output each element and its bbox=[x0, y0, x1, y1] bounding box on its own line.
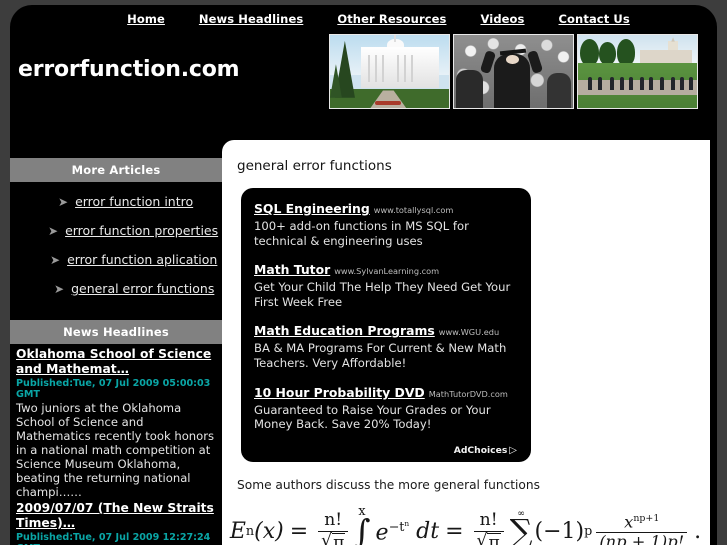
formula-sum-glyph: ∑ bbox=[509, 512, 533, 545]
ad-url: www.totallysql.com bbox=[373, 205, 454, 215]
sidebar-link-error-function-properties[interactable]: error function properties bbox=[65, 223, 218, 238]
advertisement-block: SQL Engineering www.totallysql.com 100+ a… bbox=[241, 188, 531, 462]
ad-url: MathTutorDVD.com bbox=[428, 388, 508, 399]
math-formula: En(x) = n! √π x ∫ 0 bbox=[230, 504, 701, 545]
ad-unit[interactable]: SQL Engineering www.totallysql.com 100+ a… bbox=[254, 198, 518, 248]
banner-image-campus bbox=[577, 34, 698, 109]
more-articles-heading: More Articles bbox=[10, 158, 222, 182]
list-item[interactable]: ➤ general error functions bbox=[10, 281, 222, 296]
more-articles-list: ➤ error function intro ➤ error function … bbox=[10, 188, 222, 312]
nav-item-home[interactable]: Home bbox=[127, 12, 165, 26]
formula-frac-num: xnp+1 bbox=[624, 512, 660, 532]
body-paragraph: Some authors discuss the more general fu… bbox=[237, 477, 540, 492]
nav-item-other-resources[interactable]: Other Resources bbox=[337, 12, 446, 26]
formula-dt: dt bbox=[416, 519, 440, 545]
formula-summation: ∞ ∑ p=0 bbox=[510, 509, 533, 545]
content-columns: More Articles ➤ error function intro ➤ e… bbox=[10, 125, 717, 545]
arrow-bullet-icon: ➤ bbox=[48, 223, 59, 238]
sidebar-link-error-function-intro[interactable]: error function intro bbox=[75, 194, 193, 209]
formula-sign: (−1) bbox=[534, 519, 585, 545]
ad-url: www.WGU.edu bbox=[438, 327, 500, 338]
news-item: Oklahoma School of Science and Mathemat…… bbox=[16, 347, 216, 499]
formula-integral: x ∫ 0 bbox=[353, 504, 370, 545]
arrow-bullet-icon: ➤ bbox=[58, 194, 69, 209]
formula-den-2-pi: π bbox=[487, 532, 501, 545]
formula-fraction-3: xnp+1 (np + 1)p! bbox=[596, 512, 688, 545]
formula-integrand-exp: −t bbox=[388, 519, 405, 535]
formula-lhs-sub: n bbox=[245, 524, 255, 540]
formula-integrand-exp-sup: n bbox=[404, 518, 410, 528]
arrow-bullet-icon: ➤ bbox=[50, 252, 61, 267]
formula-container: En(x) = n! √π x ∫ 0 bbox=[230, 504, 701, 545]
formula-den-2: √ π bbox=[473, 530, 504, 545]
page-title: general error functions bbox=[237, 158, 392, 174]
ad-unit[interactable]: Math Education Programs www.WGU.edu BA & … bbox=[254, 320, 518, 370]
adchoices-label: AdChoices bbox=[453, 444, 508, 456]
formula-lhs-arg: (x) bbox=[254, 519, 284, 545]
news-summary: Two juniors at the Oklahoma School of Sc… bbox=[16, 401, 215, 500]
list-item[interactable]: ➤ error function aplication bbox=[10, 252, 222, 267]
page-root: Home News Headlines Other Resources Vide… bbox=[0, 0, 727, 545]
news-publish-date: Published:Tue, 07 Jul 2009 12:27:24 GMT bbox=[16, 532, 211, 545]
formula-period: . bbox=[694, 519, 702, 545]
formula-fraction-2: n! √ π bbox=[473, 510, 504, 545]
ad-title-link[interactable]: Math Education Programs bbox=[254, 323, 435, 338]
formula-den-1-pi: π bbox=[332, 532, 346, 545]
formula-frac-den: (np + 1)p! bbox=[596, 531, 688, 545]
adchoices-triangle-icon: ▷ bbox=[509, 444, 517, 456]
ad-description: BA & MA Programs For Current & New Math … bbox=[254, 341, 507, 370]
nav-item-videos[interactable]: Videos bbox=[480, 12, 524, 26]
news-item: 2009/07/07 (The New Straits Times)… Publ… bbox=[16, 501, 216, 545]
formula-equals-2: = bbox=[445, 519, 464, 545]
site-frame: Home News Headlines Other Resources Vide… bbox=[10, 5, 717, 545]
formula-num-1: n! bbox=[324, 510, 343, 531]
nav-item-news-headlines[interactable]: News Headlines bbox=[199, 12, 303, 26]
formula-lhs: E bbox=[229, 519, 246, 545]
list-item[interactable]: ➤ error function intro bbox=[10, 194, 222, 209]
formula-fraction-1: n! √ π bbox=[318, 510, 349, 545]
sidebar-link-error-function-aplication[interactable]: error function aplication bbox=[67, 252, 217, 267]
header-banner bbox=[329, 34, 701, 109]
ad-title-link[interactable]: SQL Engineering bbox=[254, 201, 370, 216]
banner-image-capitol bbox=[329, 34, 450, 109]
ad-description: Get Your Child The Help They Need Get Yo… bbox=[254, 280, 511, 309]
ad-unit[interactable]: Math Tutor www.SylvanLearning.com Get You… bbox=[254, 259, 518, 309]
ad-title-link[interactable]: Math Tutor bbox=[254, 262, 330, 277]
ad-description: 100+ add-on functions in MS SQL for tech… bbox=[254, 219, 469, 248]
list-item[interactable]: ➤ error function properties bbox=[10, 223, 222, 238]
ad-title-link[interactable]: 10 Hour Probability DVD bbox=[254, 385, 425, 400]
news-title-link[interactable]: Oklahoma School of Science and Mathemat… bbox=[16, 347, 216, 377]
news-headlines-panel: Oklahoma School of Science and Mathemat…… bbox=[10, 344, 222, 545]
formula-equals: = bbox=[289, 519, 309, 545]
sidebar: More Articles ➤ error function intro ➤ e… bbox=[10, 158, 222, 545]
news-headlines-heading: News Headlines bbox=[10, 320, 222, 344]
formula-num-2: n! bbox=[479, 510, 498, 531]
news-publish-date: Published:Tue, 07 Jul 2009 05:00:03 GMT bbox=[16, 378, 211, 400]
formula-integrand: e bbox=[375, 520, 389, 545]
main-content-panel: general error functions SQL Engineering w… bbox=[222, 140, 710, 545]
formula-sign-exp: p bbox=[584, 524, 593, 540]
adchoices-link[interactable]: AdChoices ▷ bbox=[254, 443, 518, 456]
news-title-link[interactable]: 2009/07/07 (The New Straits Times)… bbox=[16, 501, 216, 531]
ad-description: Guaranteed to Raise Your Grades or Your … bbox=[254, 402, 491, 432]
sidebar-link-general-error-functions[interactable]: general error functions bbox=[71, 281, 214, 296]
ad-unit[interactable]: 10 Hour Probability DVD MathTutorDVD.com … bbox=[254, 382, 518, 432]
site-title: errorfunction.com bbox=[18, 57, 240, 82]
formula-den-1: √ π bbox=[318, 530, 349, 545]
banner-image-graduation bbox=[453, 34, 574, 109]
nav-item-contact-us[interactable]: Contact Us bbox=[559, 12, 630, 26]
top-navigation: Home News Headlines Other Resources Vide… bbox=[10, 5, 717, 33]
more-articles-panel: ➤ error function intro ➤ error function … bbox=[10, 182, 222, 320]
arrow-bullet-icon: ➤ bbox=[54, 281, 65, 296]
ad-url: www.SylvanLearning.com bbox=[334, 266, 440, 277]
formula-integral-glyph: ∫ bbox=[353, 511, 371, 545]
